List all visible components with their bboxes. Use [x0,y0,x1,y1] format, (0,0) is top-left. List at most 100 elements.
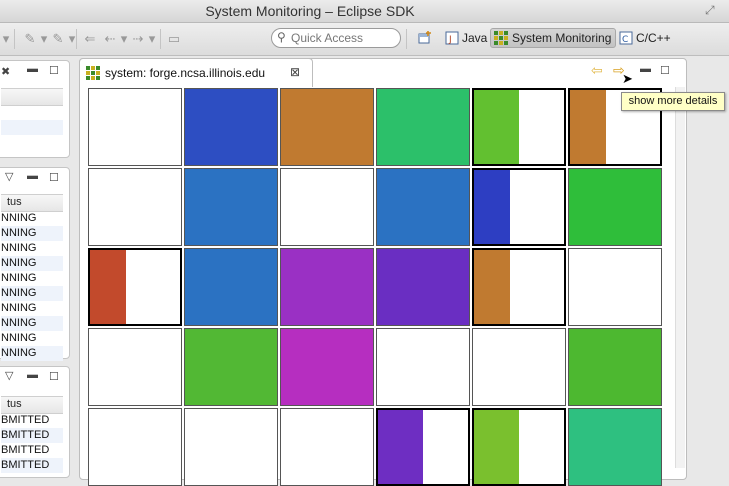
java-perspective-label: Java [462,31,488,45]
pin-editor-icon[interactable]: ▭ [166,31,182,47]
job-row[interactable]: NNING [1,256,63,271]
queue-row[interactable]: BMITTED [1,443,63,458]
maximize-icon[interactable]: ☐ [49,171,59,184]
node-usage-bar [474,410,519,484]
queue-row[interactable]: BMITTED [1,428,63,443]
node-usage-bar [570,90,606,164]
job-row[interactable]: NNING [1,331,63,346]
minimize-icon[interactable]: ▬ [640,63,651,75]
node-cell[interactable] [280,248,374,326]
tab-system-forge[interactable]: system: forge.ncsa.illinois.edu ⊠ [79,58,313,87]
node-grid [87,87,671,486]
open-perspective-button[interactable] [415,28,435,48]
cpp-perspective-button[interactable]: C C/C++ [617,28,679,48]
tab-label: system: forge.ncsa.illinois.edu [105,66,266,80]
system-monitoring-icon [86,66,100,80]
node-cell[interactable] [280,88,374,166]
node-cell[interactable] [376,408,470,486]
quick-access-field[interactable]: ⚲ Quick Access [271,28,401,48]
job-row[interactable]: NNING [1,316,63,331]
job-row[interactable]: NNING [1,226,63,241]
job-row[interactable]: NNING [1,286,63,301]
node-cell[interactable] [376,328,470,406]
minimize-icon[interactable]: ▬ [27,170,38,182]
fullscreen-icon[interactable]: ⤢ [705,3,719,17]
status-column-header[interactable]: tus [1,396,63,414]
search-icon: ⚲ [277,30,286,44]
toolbar-separator [14,29,15,49]
minimize-icon[interactable]: ▬ [27,63,38,75]
toolbar-separator [406,29,407,49]
job-row[interactable]: NNING [1,301,63,316]
node-cell[interactable] [376,168,470,246]
open-perspective-icon [418,31,431,44]
minimize-icon[interactable]: ▬ [27,369,38,381]
cpp-perspective-icon: C [619,31,633,45]
title-bar: System Monitoring – Eclipse SDK ⤢ [0,0,729,23]
tooltip: show more details [621,92,725,111]
java-perspective-button[interactable]: J Java [443,28,488,48]
queue-row[interactable]: BMITTED [1,458,63,473]
queue-row[interactable]: BMITTED [1,413,63,428]
node-usage-bar [474,90,519,164]
view-menu-icon[interactable]: ▽ [5,170,13,183]
node-cell[interactable] [280,328,374,406]
table-header [1,88,63,106]
last-edit-icon[interactable]: ⇐ [82,31,98,47]
main-toolbar: ▾ ✎ ▾ ✎ ▾ ⇐ ⇠ ▾ ⇢ ▾ ▭ ⚲ Quick Access J J… [0,23,729,56]
job-row[interactable]: NNING [1,241,63,256]
java-perspective-icon: J [445,31,459,45]
view-menu-icon[interactable]: ▽ [5,369,13,382]
dropdown-arrow-icon[interactable]: ▾ [0,31,14,47]
previous-icon[interactable]: ⇦ [591,63,603,77]
node-cell[interactable] [184,168,278,246]
maximize-icon[interactable]: ☐ [49,370,59,383]
maximize-icon[interactable]: ☐ [49,64,59,77]
node-cell[interactable] [280,408,374,486]
node-cell[interactable] [88,88,182,166]
maximize-icon[interactable]: ☐ [660,64,670,77]
vertical-scrollbar[interactable] [675,87,685,468]
node-cell[interactable] [472,88,566,166]
system-monitoring-perspective-button[interactable]: System Monitoring [490,28,616,48]
status-column-header[interactable]: tus [1,194,63,212]
close-tab-icon[interactable]: ⊠ [290,65,300,79]
job-row[interactable]: NNING [1,271,63,286]
list-item[interactable] [1,105,63,120]
dropdown-arrow-icon[interactable]: ▾ [144,31,160,47]
node-cell[interactable] [88,168,182,246]
node-cell[interactable] [376,88,470,166]
list-item[interactable] [1,120,63,135]
dropdown-arrow-icon[interactable]: ▾ [64,31,80,47]
node-usage-bar [90,250,126,324]
node-cell[interactable] [184,408,278,486]
toolbar-separator [160,29,161,49]
node-cell[interactable] [88,408,182,486]
job-row[interactable]: NNING [1,346,63,361]
node-cell[interactable] [568,328,662,406]
node-cell[interactable] [472,168,566,246]
system-monitoring-icon [494,31,508,45]
node-cell[interactable] [88,328,182,406]
node-cell[interactable] [568,248,662,326]
active-jobs-panel: ▽ ▬ ☐ tus NNING NNING NNING NNING NNING NNING… [0,167,70,361]
node-cell[interactable] [280,168,374,246]
job-row[interactable]: NNING [1,211,63,226]
node-usage-bar [378,410,423,484]
cpp-perspective-label: C/C++ [636,31,671,45]
close-icon[interactable]: ✖ [1,65,10,78]
node-cell[interactable] [568,408,662,486]
node-cell[interactable] [472,408,566,486]
system-monitoring-label: System Monitoring [512,31,612,45]
node-usage-bar [474,170,510,244]
node-cell[interactable] [568,168,662,246]
node-cell[interactable] [184,328,278,406]
node-cell[interactable] [376,248,470,326]
node-cell[interactable] [472,328,566,406]
node-cell[interactable] [184,88,278,166]
resources-panel: ✖ ▬ ☐ [0,60,70,158]
toolbar-separator [76,29,77,49]
node-cell[interactable] [472,248,566,326]
node-cell[interactable] [88,248,182,326]
node-cell[interactable] [184,248,278,326]
